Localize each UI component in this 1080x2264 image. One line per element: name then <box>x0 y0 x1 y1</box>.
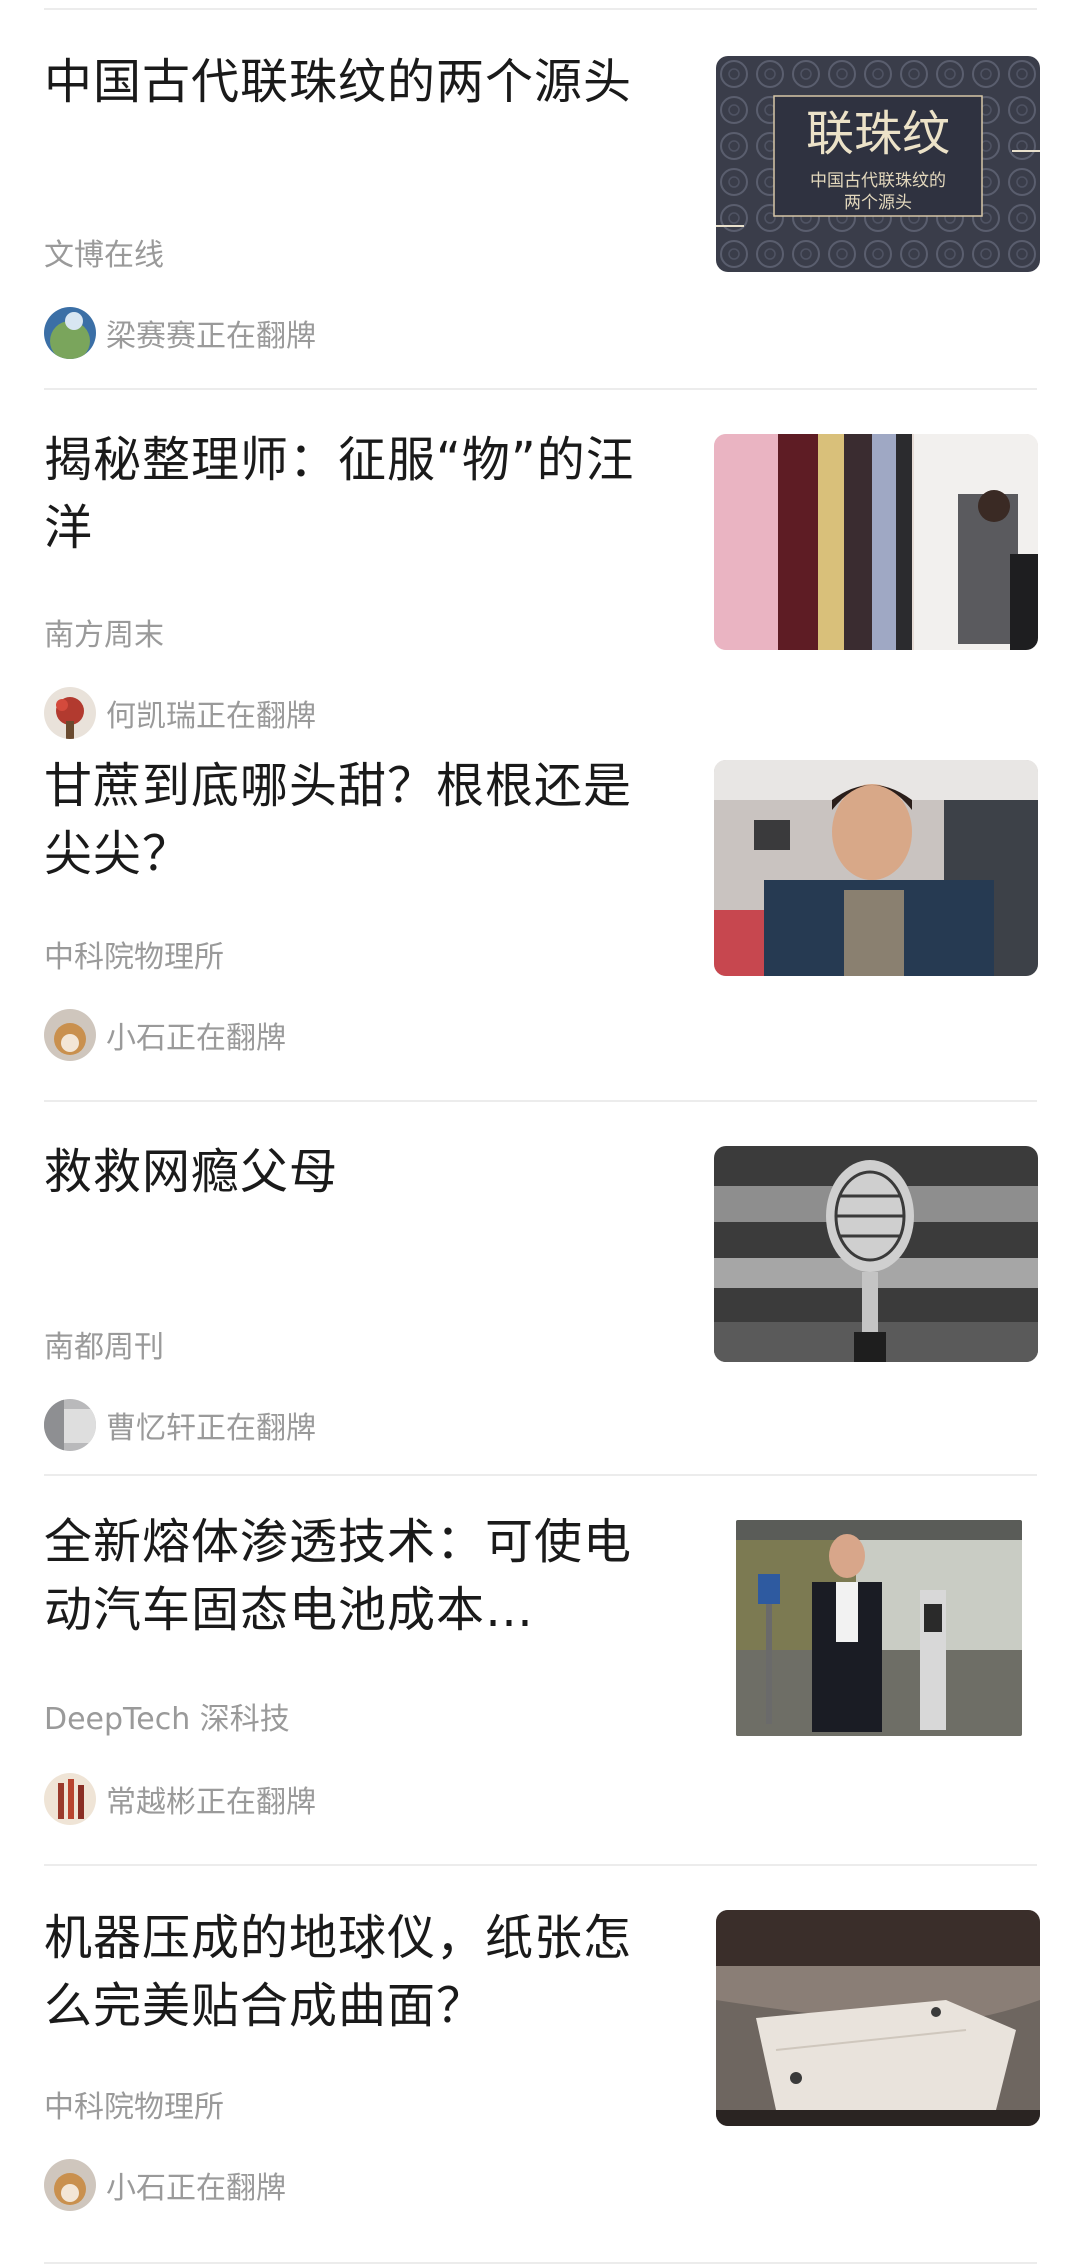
flipper-row: 常越彬正在翻牌 <box>44 1772 316 1826</box>
avatar[interactable] <box>44 1009 96 1061</box>
flipper-text: 小石正在翻牌 <box>106 1021 286 1056</box>
avatar[interactable] <box>44 1399 96 1451</box>
article-card[interactable]: 救救网瘾父母 南都周刊 曹忆轩正在翻牌 <box>0 1102 1080 1476</box>
article-source: 文博在线 <box>44 238 164 273</box>
article-title[interactable]: 救救网瘾父母 <box>44 1138 644 1274</box>
flipper-row: 小石正在翻牌 <box>44 1008 286 1062</box>
article-source: DeepTech 深科技 <box>44 1702 290 1737</box>
flipper-row: 何凯瑞正在翻牌 <box>44 686 316 740</box>
article-title[interactable]: 全新熔体渗透技术：可使电动汽车固态电池成本… <box>44 1508 644 1644</box>
article-thumbnail[interactable] <box>716 1910 1040 2126</box>
flipper-text: 梁赛赛正在翻牌 <box>106 319 316 354</box>
article-title[interactable]: 机器压成的地球仪，纸张怎么完美贴合成曲面？ <box>44 1904 644 2040</box>
avatar[interactable] <box>44 2159 96 2211</box>
flipper-row: 小石正在翻牌 <box>44 2158 286 2212</box>
article-card[interactable]: 揭秘整理师：征服“物”的汪洋 南方周末 何凯瑞正在翻牌 <box>0 390 1080 740</box>
article-card[interactable]: 全新熔体渗透技术：可使电动汽车固态电池成本… DeepTech 深科技 常越彬正… <box>0 1476 1080 1866</box>
article-thumbnail[interactable] <box>714 434 1038 650</box>
article-title[interactable]: 甘蔗到底哪头甜？根根还是尖尖？ <box>44 752 644 888</box>
flipper-text: 小石正在翻牌 <box>106 2171 286 2206</box>
article-source: 南方周末 <box>44 618 164 653</box>
article-thumbnail[interactable] <box>714 760 1038 976</box>
flipper-text: 何凯瑞正在翻牌 <box>106 699 316 734</box>
article-card[interactable]: 中国古代联珠纹的两个源头 文博在线 梁赛赛正在翻牌 联珠纹 中国古代联珠纹的 两… <box>0 10 1080 390</box>
thumbnail-caption: 中国古代联珠纹的 <box>810 171 946 191</box>
avatar[interactable] <box>44 1773 96 1825</box>
article-title[interactable]: 揭秘整理师：征服“物”的汪洋 <box>44 426 644 562</box>
article-source: 中科院物理所 <box>44 940 224 975</box>
article-source: 南都周刊 <box>44 1330 164 1365</box>
thumbnail-heading: 联珠纹 <box>806 106 950 162</box>
thumbnail-caption: 两个源头 <box>844 193 912 213</box>
flipper-row: 曹忆轩正在翻牌 <box>44 1398 316 1452</box>
article-title[interactable]: 中国古代联珠纹的两个源头 <box>44 48 644 184</box>
article-card[interactable]: 甘蔗到底哪头甜？根根还是尖尖？ 中科院物理所 小石正在翻牌 <box>0 740 1080 1102</box>
avatar[interactable] <box>44 307 96 359</box>
avatar[interactable] <box>44 687 96 739</box>
flipper-text: 常越彬正在翻牌 <box>106 1785 316 1820</box>
article-thumbnail[interactable] <box>736 1520 1022 1736</box>
article-thumbnail[interactable] <box>714 1146 1038 1362</box>
flipper-row: 梁赛赛正在翻牌 <box>44 306 316 360</box>
article-thumbnail[interactable]: 联珠纹 中国古代联珠纹的 两个源头 <box>716 56 1040 272</box>
article-card[interactable]: 机器压成的地球仪，纸张怎么完美贴合成曲面？ 中科院物理所 小石正在翻牌 <box>0 1866 1080 2264</box>
article-source: 中科院物理所 <box>44 2090 224 2125</box>
flipper-text: 曹忆轩正在翻牌 <box>106 1411 316 1446</box>
